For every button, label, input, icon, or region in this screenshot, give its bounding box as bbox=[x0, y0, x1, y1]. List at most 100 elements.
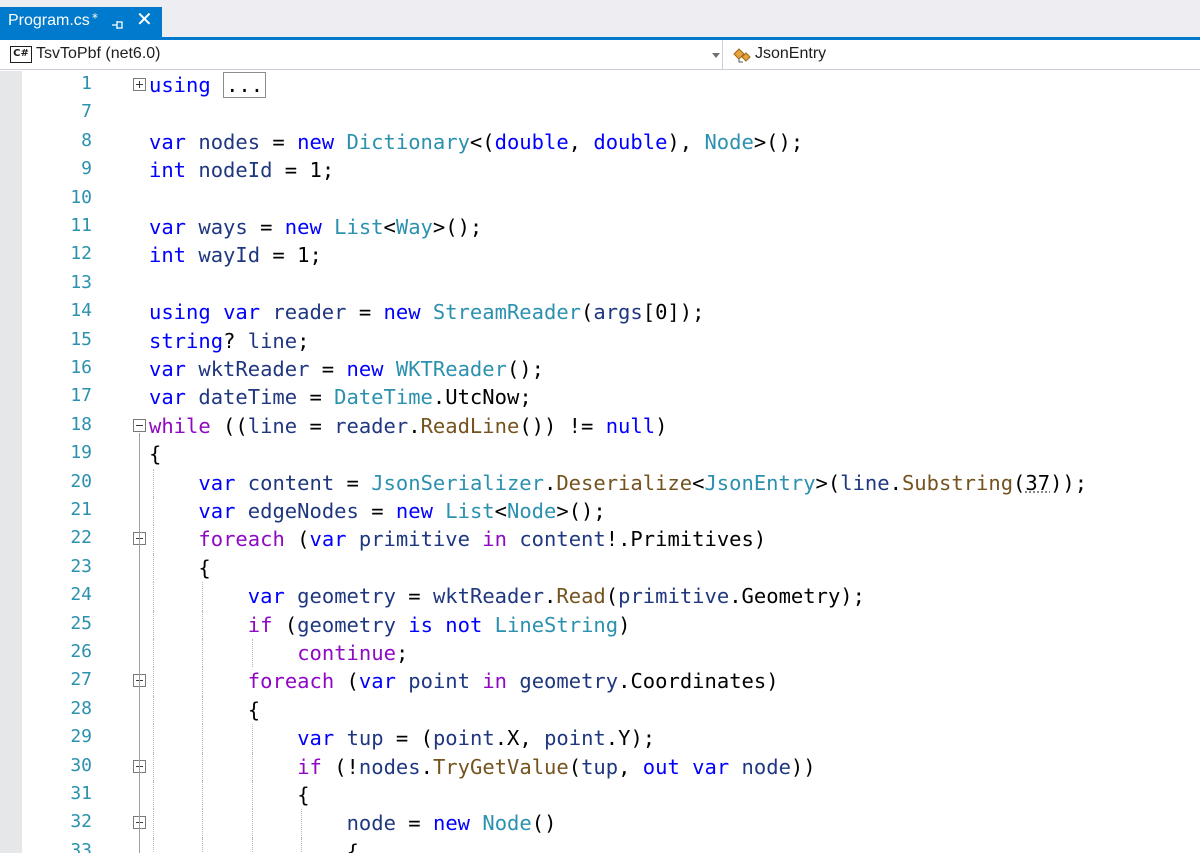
code-token: = bbox=[395, 584, 433, 609]
code-line[interactable]: 18 while ((line = reader.ReadLine()) != n… bbox=[0, 412, 1200, 440]
code-token: ; bbox=[519, 385, 532, 410]
code-token: = bbox=[260, 243, 298, 268]
tab-title: Program.cs bbox=[8, 12, 90, 29]
code-token: !. bbox=[605, 527, 631, 552]
code-line[interactable]: 8 var nodes = new Dictionary<(double, dou… bbox=[0, 128, 1200, 156]
indent-guide bbox=[202, 610, 204, 639]
indent-guide bbox=[153, 809, 154, 838]
code-token: { bbox=[198, 555, 211, 580]
line-number: 31 bbox=[70, 783, 92, 804]
code-text: { bbox=[347, 839, 359, 853]
code-text: int nodeId = 1; bbox=[149, 157, 334, 183]
indent-guide bbox=[153, 781, 154, 810]
code-token: , bbox=[568, 129, 594, 154]
code-line[interactable]: 10 bbox=[0, 185, 1200, 213]
line-number: 17 bbox=[70, 385, 92, 407]
code-line[interactable]: 22 foreach (var primitive in content!.Pri… bbox=[0, 525, 1200, 554]
line-number: 15 bbox=[70, 328, 92, 350]
line-number: 24 bbox=[70, 584, 92, 606]
code-token: string bbox=[149, 328, 224, 353]
code-line[interactable]: 19 { bbox=[0, 440, 1200, 468]
code-token: ); bbox=[630, 726, 656, 751]
code-token: ) bbox=[618, 612, 631, 637]
project-dropdown[interactable]: C# TsvToPbf (net6.0) bbox=[6, 43, 721, 67]
code-line[interactable]: 26 continue; bbox=[0, 639, 1200, 668]
code-line[interactable]: 1 using ... bbox=[0, 71, 1200, 99]
code-token: var bbox=[149, 215, 187, 239]
code-line[interactable]: 17 var dateTime = DateTime.UtcNow; bbox=[0, 383, 1200, 411]
code-line[interactable]: 25 if (geometry is not LineString) bbox=[0, 610, 1200, 639]
code-line[interactable]: 33 { bbox=[0, 837, 1200, 853]
document-tab[interactable]: Program.cs * ✕ bbox=[0, 7, 162, 37]
code-token: . bbox=[494, 726, 508, 751]
line-number: 27 bbox=[70, 669, 92, 691]
code-line[interactable]: 15 string? line; bbox=[0, 327, 1200, 355]
code-line[interactable]: 32 node = new Node() bbox=[0, 809, 1200, 838]
code-line[interactable]: 28 { bbox=[0, 695, 1200, 725]
code-token: >(); bbox=[556, 499, 606, 523]
code-token: WKTReader bbox=[395, 357, 507, 381]
code-line[interactable]: 16 var wktReader = new WKTReader(); bbox=[0, 355, 1200, 383]
document-tab-strip: Program.cs * ✕ bbox=[0, 0, 1200, 37]
code-token: while bbox=[149, 413, 211, 438]
code-line[interactable]: 21 var edgeNodes = new List<Node>(); bbox=[0, 497, 1200, 526]
code-token: if bbox=[247, 612, 273, 637]
code-token: <( bbox=[469, 129, 495, 154]
chevron-down-icon[interactable] bbox=[712, 53, 720, 58]
code-token: var bbox=[198, 470, 236, 495]
code-token: ) bbox=[753, 527, 767, 552]
code-line[interactable]: 14 using var reader = new StreamReader(ar… bbox=[0, 298, 1200, 326]
code-token: using bbox=[149, 73, 211, 97]
close-icon[interactable]: ✕ bbox=[136, 9, 153, 29]
code-line[interactable]: 7 bbox=[0, 99, 1200, 127]
tab-modified-marker: * bbox=[92, 11, 98, 25]
project-name: TsvToPbf (net6.0) bbox=[36, 45, 161, 62]
code-token: line bbox=[247, 413, 298, 438]
line-number: 16 bbox=[70, 357, 92, 378]
code-token: = bbox=[358, 499, 396, 523]
code-token: ( bbox=[284, 527, 310, 552]
code-token: content bbox=[247, 470, 335, 495]
expand-icon[interactable] bbox=[133, 78, 146, 91]
code-token: . bbox=[432, 385, 446, 410]
line-number: 13 bbox=[70, 271, 92, 293]
pin-icon[interactable] bbox=[111, 16, 125, 29]
code-token: Deserialize bbox=[556, 470, 693, 495]
code-token: { bbox=[149, 442, 162, 467]
code-line[interactable]: 9 int nodeId = 1; bbox=[0, 156, 1200, 184]
code-token: (( bbox=[210, 413, 248, 438]
code-line[interactable]: 30 if (!nodes.TryGetValue(tup, out var no… bbox=[0, 752, 1200, 781]
code-line[interactable]: 29 var tup = (point.X, point.Y); bbox=[0, 724, 1200, 753]
code-line[interactable]: 20 var content = JsonSerializer.Deseriali… bbox=[0, 468, 1200, 497]
code-token: out bbox=[642, 754, 680, 779]
code-line[interactable]: 13 bbox=[0, 270, 1200, 298]
collapse-icon[interactable] bbox=[133, 418, 146, 432]
code-line[interactable]: 11 var ways = new List<Way>(); bbox=[0, 213, 1200, 241]
code-line[interactable]: 23 { bbox=[0, 553, 1200, 583]
code-token: geometry bbox=[519, 669, 619, 694]
indent-guide bbox=[202, 752, 204, 781]
code-line[interactable]: 27 foreach (var point in geometry.Coordin… bbox=[0, 667, 1200, 696]
type-dropdown[interactable]: JsonEntry bbox=[728, 43, 1188, 67]
indent-guide bbox=[202, 639, 204, 668]
code-line[interactable]: 12 int wayId = 1; bbox=[0, 241, 1200, 269]
code-token: null bbox=[605, 413, 656, 438]
code-line[interactable]: 24 var geometry = wktReader.Read(primitiv… bbox=[0, 582, 1200, 611]
code-token: ; bbox=[395, 641, 409, 665]
code-token: ]); bbox=[667, 300, 705, 325]
code-editor[interactable]: 1 using ... 7 8 var nodes = new Dictionary<(… bbox=[0, 71, 1200, 853]
code-line[interactable]: 31 { bbox=[0, 781, 1200, 810]
code-token: reader bbox=[272, 300, 347, 325]
